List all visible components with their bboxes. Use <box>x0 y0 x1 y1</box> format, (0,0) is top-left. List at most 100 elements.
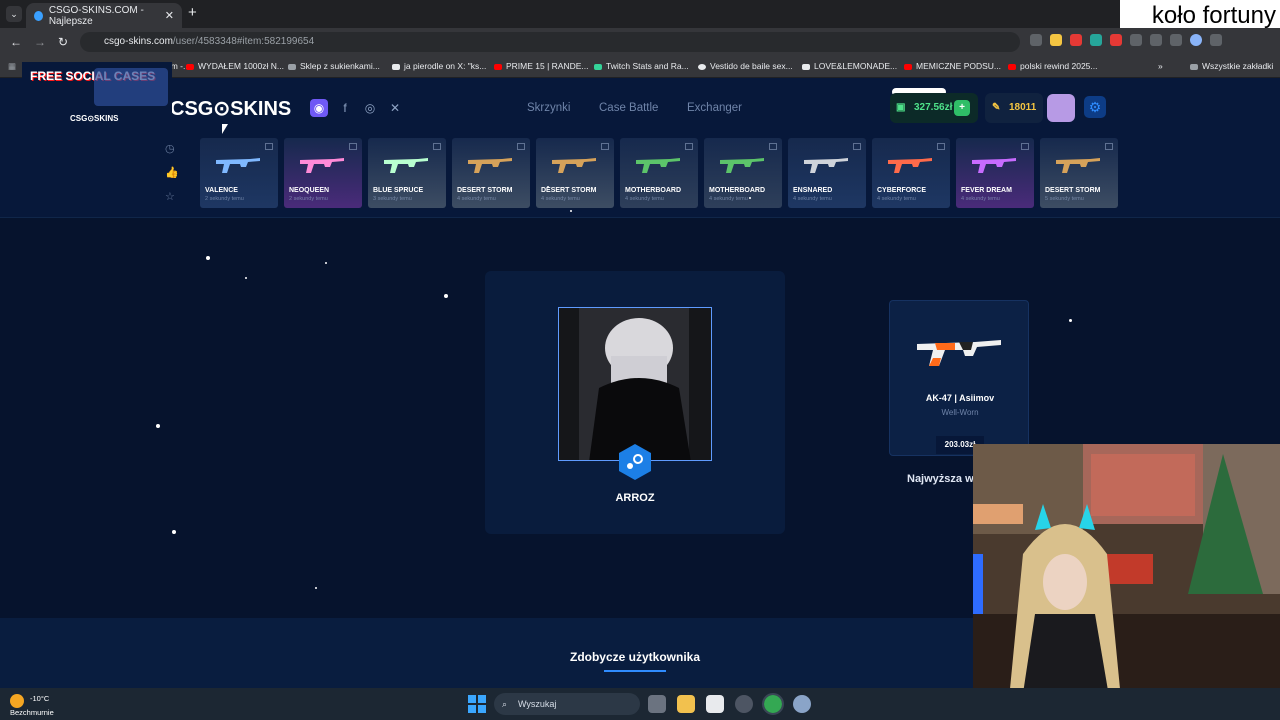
taskbar-search[interactable]: ⌕ Wyszukaj <box>494 693 640 715</box>
drop-item[interactable]: MOTHERBOARD 4 sekundy temu <box>620 138 698 208</box>
media-icon[interactable] <box>1150 34 1162 46</box>
drop-skin-name: VALENCE <box>205 187 238 194</box>
extension-icon[interactable] <box>1030 34 1042 46</box>
drop-item[interactable]: BLUE SPRUCE 3 sekundy temu <box>368 138 446 208</box>
new-tab-button[interactable]: + <box>188 4 197 21</box>
site-logo[interactable]: CSG⊙SKINS <box>170 96 291 121</box>
drop-time: 4 sekundy temu <box>625 196 664 202</box>
mouse-cursor <box>222 124 228 134</box>
snowflake <box>172 530 176 534</box>
cases-image <box>94 68 168 106</box>
drop-skin-name: NEOQUEEN <box>289 187 330 194</box>
deposit-plus-button[interactable]: + <box>954 100 970 116</box>
bookmark-item[interactable]: ja pierodle on X: "ks... <box>392 61 486 71</box>
drop-item[interactable]: VALENCE 2 sekundy temu <box>200 138 278 208</box>
thumbs-up-icon[interactable]: 👍 <box>165 166 179 179</box>
tab-menu-chevron-icon[interactable]: ⌄ <box>6 6 22 22</box>
bookmark-item[interactable]: Sklep z sukienkami... <box>288 61 380 71</box>
drop-skin-name: MOTHERBOARD <box>625 187 681 194</box>
best-drop-label: Najwyższa w <box>907 473 974 485</box>
bookmark-item[interactable]: polski rewind 2025... <box>1008 61 1098 71</box>
settings-gear-icon[interactable]: ⚙ <box>1084 96 1106 118</box>
address-bar: ← → ↻ csgo-skins.com/user/4583348#item:5… <box>0 28 1280 56</box>
bookmark-item[interactable]: PRIME 15 | RANDE... <box>494 61 589 71</box>
nav-skrzynki[interactable]: Skrzynki <box>527 102 570 114</box>
extension-icon[interactable] <box>1050 34 1062 46</box>
bookmark-item[interactable]: WYDAŁEM 1000zł N... <box>186 61 284 71</box>
facebook-icon[interactable]: f <box>336 99 354 117</box>
case-icon <box>433 143 441 150</box>
drop-time: 4 sekundy temu <box>457 196 496 202</box>
drop-skin-name: DESERT STORM <box>457 187 513 194</box>
drop-skin-name: DESERT STORM <box>541 187 597 194</box>
user-avatar[interactable] <box>1047 94 1075 122</box>
all-bookmarks-folder[interactable]: Wszystkie zakładki <box>1190 61 1273 71</box>
case-icon <box>853 143 861 150</box>
nav-exchanger[interactable]: Exchanger <box>687 102 742 114</box>
x-twitter-icon[interactable]: ✕ <box>386 99 404 117</box>
case-icon <box>1021 143 1029 150</box>
back-icon[interactable]: ← <box>10 35 22 49</box>
profile-username: ARROZ <box>615 492 655 504</box>
bookmarks-bar: ▦ YouTube Premium -... WYDAŁEM 1000zł N.… <box>0 56 1280 78</box>
url-host: csgo-skins.com <box>104 36 173 47</box>
drop-item[interactable]: MOTHERBOARD 4 sekundy temu <box>704 138 782 208</box>
drop-item[interactable]: DESERT STORM 5 sekundy temu <box>1040 138 1118 208</box>
file-explorer-icon[interactable] <box>677 695 695 713</box>
wallet-balance[interactable]: ▣ 327.56zł + <box>890 93 978 123</box>
drop-item[interactable]: ENSNARED 4 sekundy temu <box>788 138 866 208</box>
windows-start-icon[interactable] <box>468 695 486 713</box>
close-tab-icon[interactable]: ✕ <box>165 9 174 22</box>
coin-value: 18011 <box>1009 102 1037 113</box>
extension-icon[interactable] <box>1110 34 1122 46</box>
more-icon[interactable] <box>1210 34 1222 46</box>
star-icon[interactable]: ☆ <box>165 190 175 203</box>
drop-item[interactable]: NEOQUEEN 2 sekundy temu <box>284 138 362 208</box>
drop-skin-name: ENSNARED <box>793 187 833 194</box>
drop-skin-name: CYBERFORCE <box>877 187 927 194</box>
browser-tab[interactable]: CSGO-SKINS.COM - Najlepsze ✕ <box>26 3 182 28</box>
puzzle-icon[interactable] <box>1130 34 1142 46</box>
coin-icon: ✎ <box>992 102 1001 113</box>
extension-icon[interactable] <box>1090 34 1102 46</box>
avatar-image <box>559 308 711 460</box>
drop-item[interactable]: DESERT STORM 4 sekundy temu <box>452 138 530 208</box>
bookmark-item[interactable]: LOVE&LEMONADE... <box>802 61 897 71</box>
drop-item[interactable]: FEVER DREAM 4 sekundy temu <box>956 138 1034 208</box>
drop-item[interactable]: DESERT STORM 4 sekundy temu <box>536 138 614 208</box>
snowflake <box>1069 319 1072 322</box>
instagram-icon[interactable]: ◎ <box>361 99 379 117</box>
bookmark-item[interactable]: Twitch Stats and Ra... <box>594 61 689 71</box>
bookmark-item[interactable]: Vestido de baile sex... <box>698 61 793 71</box>
discord-icon[interactable]: ◉ <box>310 99 328 117</box>
chrome-icon[interactable] <box>762 693 784 715</box>
more-bookmarks-icon[interactable]: » <box>1158 61 1163 71</box>
sidebar-icon[interactable] <box>1170 34 1182 46</box>
weapon-skin-icon <box>1056 158 1100 173</box>
url-field[interactable]: csgo-skins.com/user/4583348#item:5821996… <box>80 32 1020 52</box>
snowflake <box>749 197 751 199</box>
forward-icon[interactable]: → <box>34 35 46 49</box>
clock-icon[interactable]: ◷ <box>165 142 175 155</box>
best-drop-card[interactable]: AK-47 | Asiimov Well-Worn 203.03zł <box>889 300 1029 456</box>
browser-tab-bar: ⌄ CSGO-SKINS.COM - Najlepsze ✕ + <box>0 0 1280 28</box>
app-icon[interactable] <box>735 695 753 713</box>
task-view-icon[interactable] <box>648 695 666 713</box>
apps-grid-icon[interactable]: ▦ <box>8 61 16 72</box>
coin-balance[interactable]: ✎ 18011 <box>985 93 1043 123</box>
drop-item[interactable]: CYBERFORCE 4 sekundy temu <box>872 138 950 208</box>
nav-case-battle[interactable]: Case Battle <box>599 102 658 114</box>
settings-icon[interactable] <box>793 695 811 713</box>
drop-time: 4 sekundy temu <box>541 196 580 202</box>
bookmark-item[interactable]: MEMICZNE PODSU... <box>904 61 1001 71</box>
weather-widget[interactable]: -10°C Bezchmurnie <box>10 694 54 718</box>
extension-icon[interactable] <box>1070 34 1082 46</box>
reload-icon[interactable]: ↻ <box>58 35 68 49</box>
profile-avatar-icon[interactable] <box>1190 34 1202 46</box>
drop-skin-name: DESERT STORM <box>1045 187 1101 194</box>
drop-skin-name: FEVER DREAM <box>961 187 1012 194</box>
profile-card: ARROZ <box>485 271 785 534</box>
steam-icon[interactable] <box>619 444 651 480</box>
weapon-skin-icon <box>972 158 1016 173</box>
store-icon[interactable] <box>706 695 724 713</box>
